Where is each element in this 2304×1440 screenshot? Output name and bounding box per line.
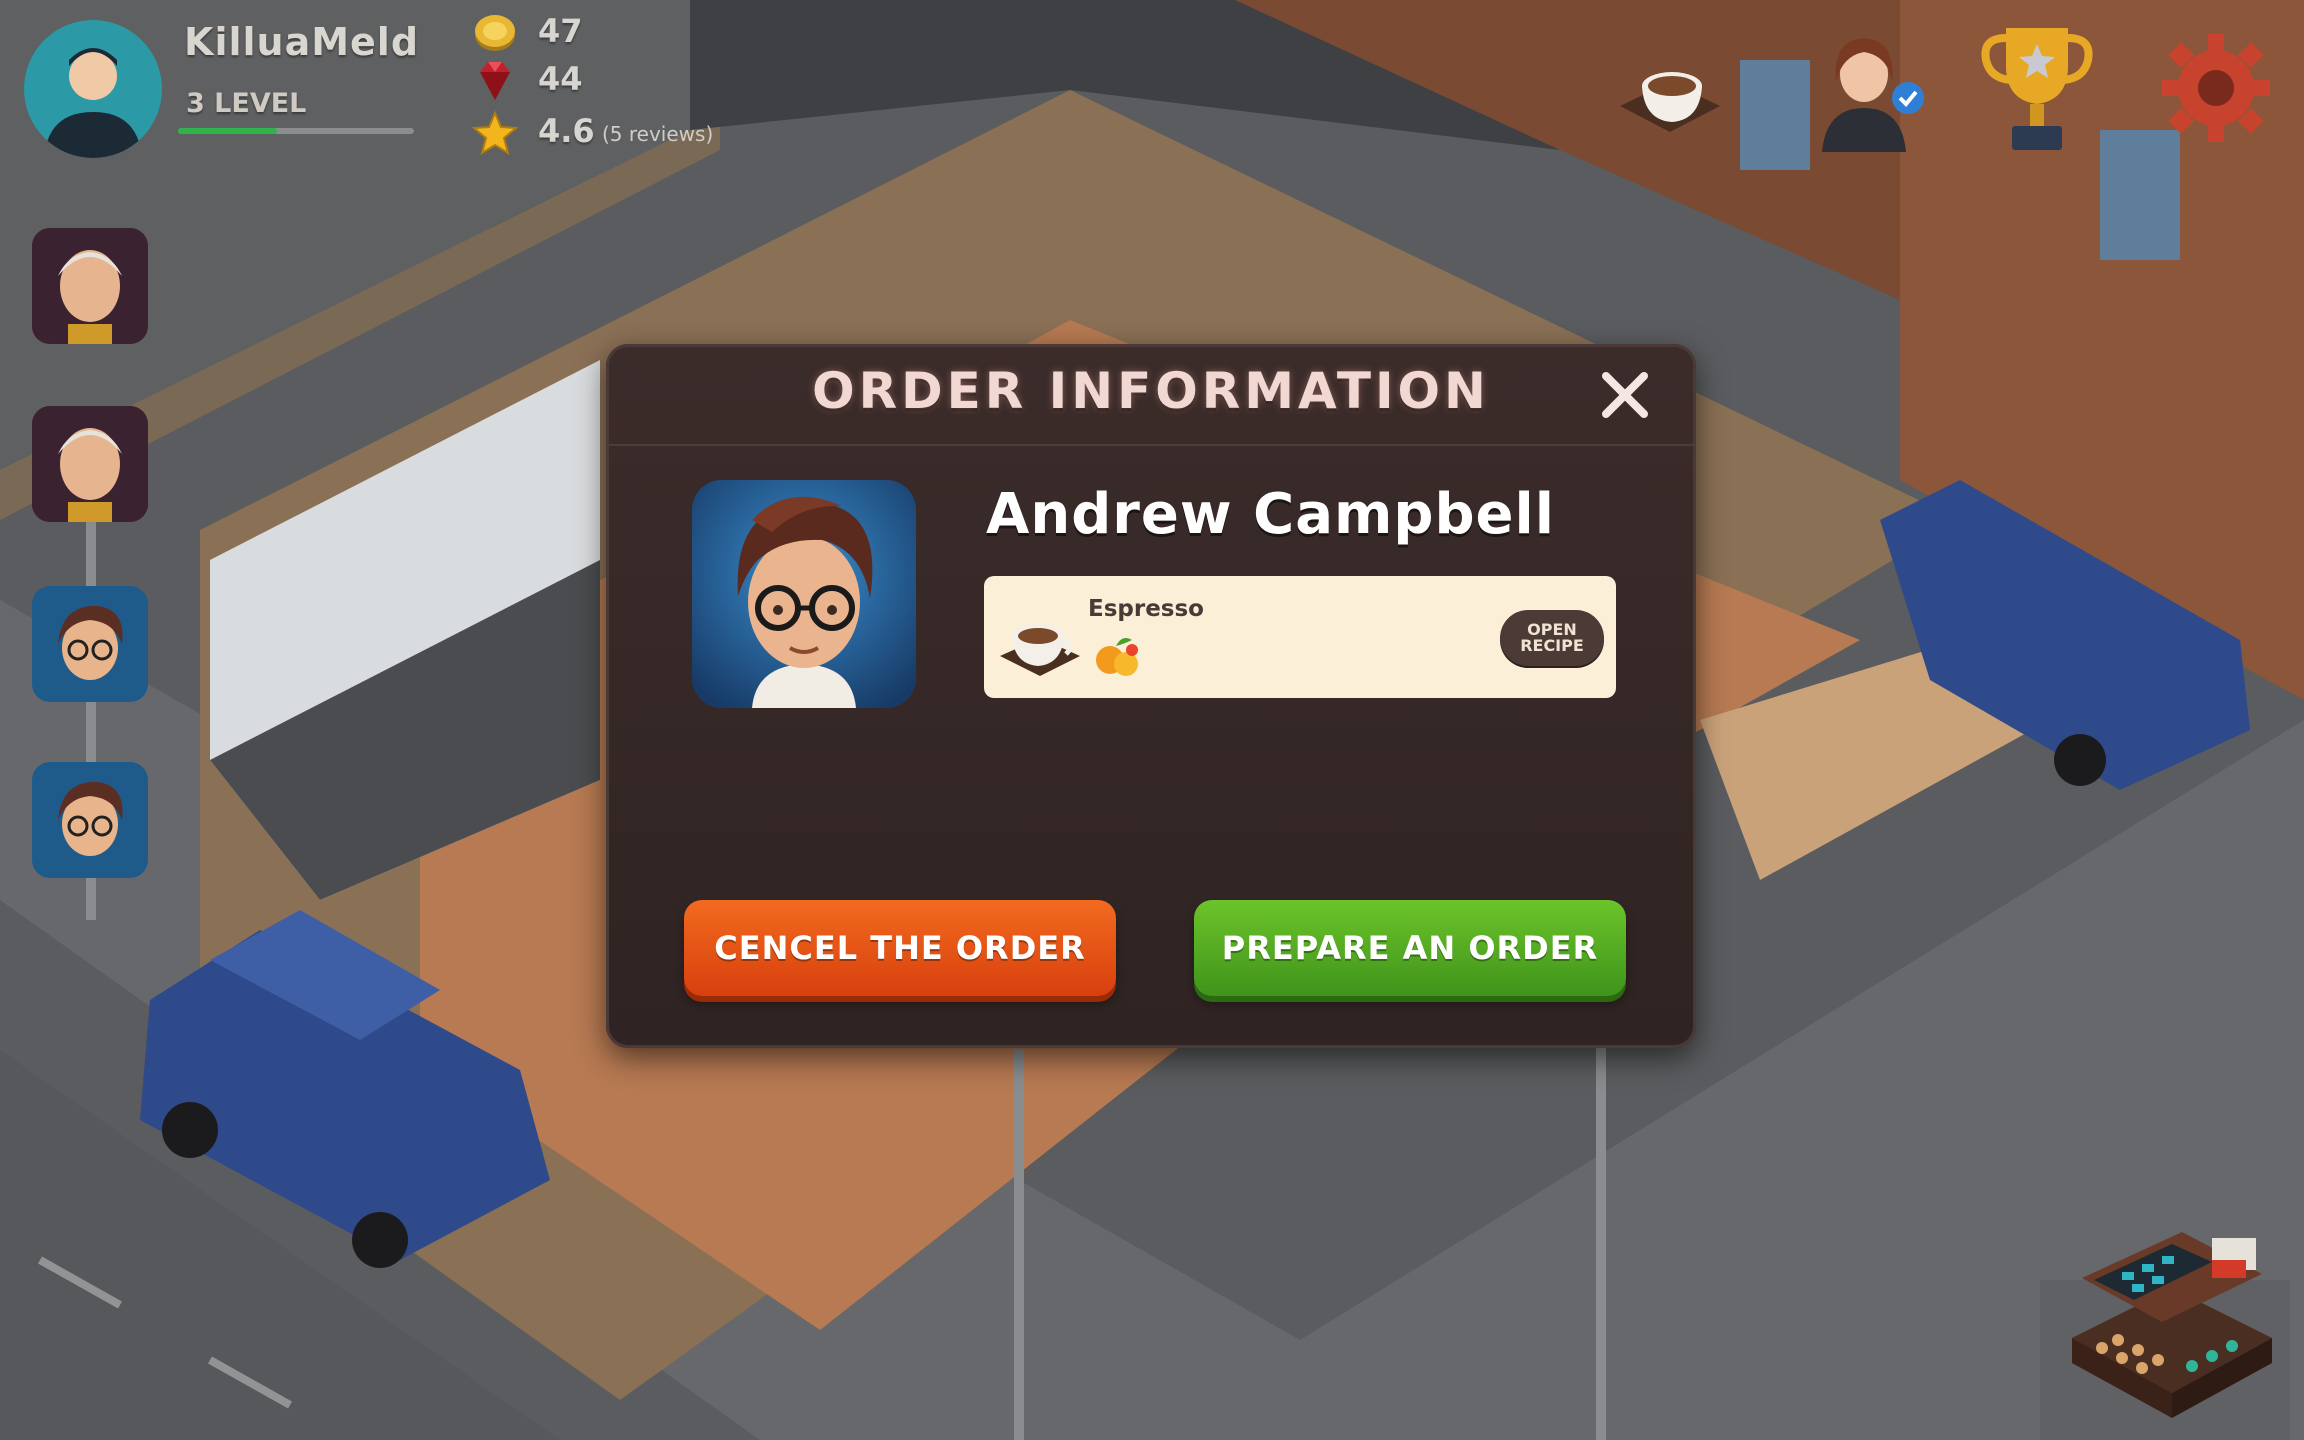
player-name: KilluaMeld (184, 20, 420, 64)
order-item-name: Espresso (1088, 596, 1204, 622)
coffee-cup-icon[interactable] (1612, 36, 1728, 146)
player-level: 3 LEVEL (186, 88, 307, 119)
modal-header: ORDER INFORMATION (606, 344, 1696, 446)
open-recipe-button[interactable]: OPEN RECIPE (1500, 610, 1604, 666)
customer-name: Andrew Campbell (986, 482, 1555, 547)
order-information-modal: ORDER INFORMATION Andrew Campbell Espres… (606, 344, 1696, 1048)
young-man-glasses-portrait-icon (692, 480, 916, 708)
xp-progress-fill (178, 128, 278, 134)
close-icon[interactable] (1596, 366, 1654, 424)
queue-customer-2[interactable] (32, 406, 148, 522)
prepare-order-button[interactable]: PREPARE AN ORDER (1194, 900, 1626, 996)
cancel-order-button[interactable]: CENCEL THE ORDER (684, 900, 1116, 996)
queue-customer-3[interactable] (32, 586, 148, 702)
espresso-cup-icon (1000, 624, 1080, 676)
trophy-icon[interactable] (1976, 18, 2098, 156)
elderly-man-portrait-icon (32, 228, 148, 344)
rating-value: 4.6 (538, 112, 595, 150)
young-man-glasses-portrait-icon (32, 762, 148, 878)
manager-icon[interactable] (1808, 22, 1928, 152)
modal-title: ORDER INFORMATION (812, 362, 1490, 420)
player-avatar[interactable] (24, 20, 162, 158)
elderly-man-portrait-icon (32, 406, 148, 522)
fruit-icon (1096, 638, 1138, 676)
reviews-count: (5 reviews) (602, 122, 714, 146)
star-icon (472, 110, 518, 156)
player-silhouette-icon (44, 48, 142, 158)
xp-progress-bar (178, 128, 414, 134)
cash-register-icon[interactable] (2062, 1218, 2282, 1418)
gem-icon (480, 62, 510, 100)
settings-gear-icon[interactable] (2158, 28, 2274, 148)
gems-value: 44 (538, 60, 583, 98)
coins-value: 47 (538, 12, 583, 50)
queue-customer-1[interactable] (32, 228, 148, 344)
order-item-card: Espresso OPEN RECIPE (984, 576, 1616, 698)
customer-portrait (692, 480, 916, 708)
queue-customer-4[interactable] (32, 762, 148, 878)
coin-icon (475, 15, 515, 51)
young-man-glasses-portrait-icon (32, 586, 148, 702)
